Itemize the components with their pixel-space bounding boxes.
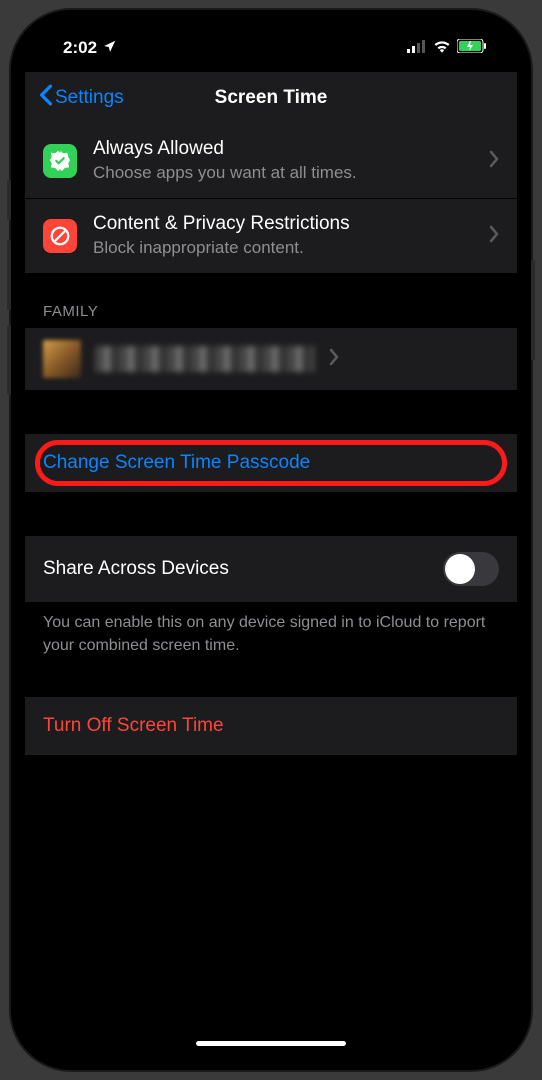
home-indicator[interactable] <box>196 1041 346 1046</box>
always-allowed-icon <box>43 144 77 178</box>
chevron-right-icon <box>489 148 499 174</box>
back-button[interactable]: Settings <box>39 84 124 112</box>
content-privacy-title: Content & Privacy Restrictions <box>93 213 473 235</box>
change-passcode-row[interactable]: Change Screen Time Passcode <box>25 434 517 492</box>
back-label: Settings <box>55 87 124 109</box>
change-passcode-label: Change Screen Time Passcode <box>43 452 499 474</box>
battery-icon <box>457 38 487 58</box>
turn-off-row[interactable]: Turn Off Screen Time <box>25 697 517 755</box>
family-member-name-redacted <box>95 346 315 372</box>
content-privacy-sub: Block inappropriate content. <box>93 237 473 259</box>
nav-header: Settings Screen Time <box>25 72 517 124</box>
always-allowed-title: Always Allowed <box>93 138 473 160</box>
chevron-left-icon <box>39 84 53 112</box>
screen: 2:02 Set <box>25 24 517 1056</box>
turn-off-label: Turn Off Screen Time <box>43 715 499 737</box>
wifi-icon <box>433 38 451 58</box>
power-button <box>531 260 535 360</box>
share-across-toggle[interactable] <box>443 552 499 586</box>
chevron-right-icon <box>489 223 499 249</box>
phone-frame: 2:02 Set <box>11 10 531 1070</box>
mute-switch <box>7 180 11 220</box>
content-area: Always Allowed Choose apps you want at a… <box>25 124 517 755</box>
volume-down-button <box>7 325 11 395</box>
always-allowed-sub: Choose apps you want at all times. <box>93 162 473 184</box>
share-across-footer: You can enable this on any device signed… <box>25 602 517 657</box>
settings-group-1: Always Allowed Choose apps you want at a… <box>25 124 517 273</box>
volume-up-button <box>7 240 11 310</box>
location-icon <box>103 38 117 58</box>
family-section-header: FAMILY <box>25 273 517 328</box>
status-time: 2:02 <box>63 38 97 58</box>
toggle-knob <box>445 554 475 584</box>
cellular-signal-icon <box>407 38 427 58</box>
family-avatar <box>43 340 81 378</box>
content-privacy-icon <box>43 219 77 253</box>
share-across-label: Share Across Devices <box>43 558 229 580</box>
content-privacy-row[interactable]: Content & Privacy Restrictions Block ina… <box>25 199 517 273</box>
notch <box>171 24 371 54</box>
share-across-devices-row: Share Across Devices <box>25 536 517 602</box>
page-title: Screen Time <box>215 87 328 109</box>
chevron-right-icon <box>329 346 339 372</box>
family-member-row[interactable] <box>25 328 517 390</box>
always-allowed-row[interactable]: Always Allowed Choose apps you want at a… <box>25 124 517 199</box>
